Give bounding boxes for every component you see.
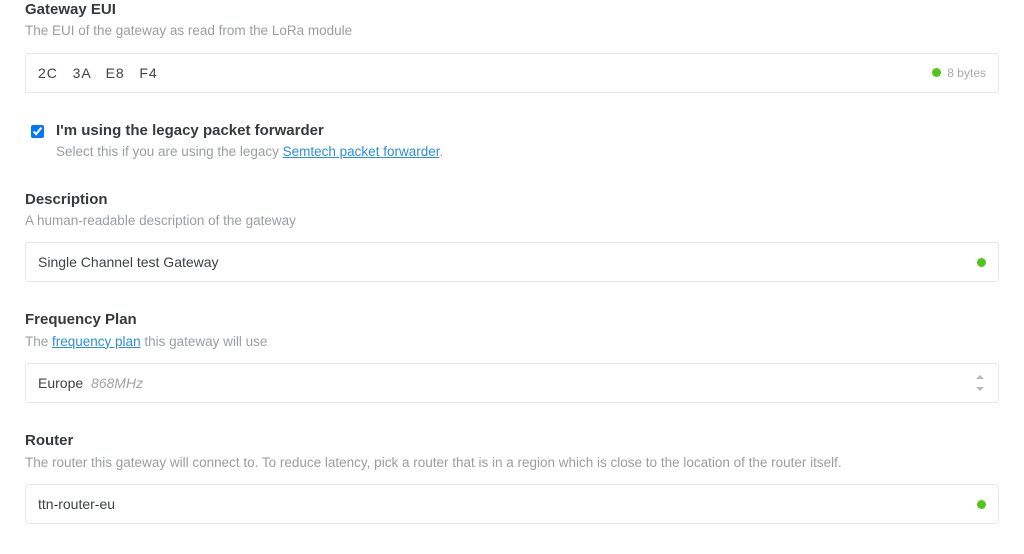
gateway-eui-group: Gateway EUI The EUI of the gateway as re… [25, 0, 999, 93]
gateway-eui-input-wrap[interactable]: 8 bytes [25, 53, 999, 93]
frequency-plan-link[interactable]: frequency plan [52, 334, 141, 349]
router-label: Router [25, 431, 999, 451]
semtech-link[interactable]: Semtech packet forwarder [283, 144, 440, 159]
description-label: Description [25, 190, 999, 210]
legacy-group: I'm using the legacy packet forwarder Se… [25, 121, 999, 162]
gateway-eui-label: Gateway EUI [25, 0, 999, 20]
gateway-eui-bytes: 8 bytes [947, 66, 986, 80]
legacy-label: I'm using the legacy packet forwarder [56, 121, 443, 141]
check-icon [932, 68, 941, 77]
frequency-plan-value: Europe 868MHz [38, 375, 966, 391]
description-group: Description A human-readable description… [25, 190, 999, 283]
frequency-plan-group: Frequency Plan The frequency plan this g… [25, 310, 999, 403]
router-sub: The router this gateway will connect to.… [25, 453, 999, 473]
gateway-eui-input[interactable] [38, 65, 924, 81]
frequency-plan-label: Frequency Plan [25, 310, 999, 330]
frequency-plan-select[interactable]: Europe 868MHz [25, 363, 999, 403]
check-icon [977, 500, 986, 509]
frequency-plan-sub: The frequency plan this gateway will use [25, 332, 999, 352]
router-select[interactable]: ttn-router-eu [25, 484, 999, 524]
gateway-eui-sub: The EUI of the gateway as read from the … [25, 21, 999, 41]
description-input[interactable] [38, 254, 969, 270]
router-group: Router The router this gateway will conn… [25, 431, 999, 524]
chevron-updown-icon [974, 374, 986, 392]
legacy-checkbox[interactable] [31, 125, 44, 138]
router-value: ttn-router-eu [38, 496, 969, 512]
legacy-sub: Select this if you are using the legacy … [56, 142, 443, 162]
check-icon [977, 258, 986, 267]
description-input-wrap[interactable] [25, 242, 999, 282]
description-sub: A human-readable description of the gate… [25, 211, 999, 231]
